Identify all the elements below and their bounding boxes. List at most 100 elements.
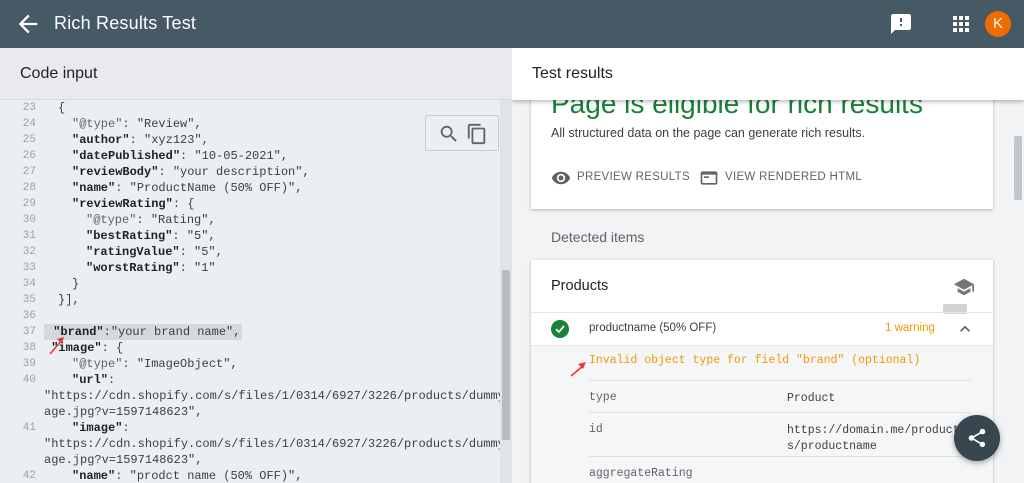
code-token: "prodct name (50% OFF)", xyxy=(129,469,303,483)
code-token: : xyxy=(136,213,151,227)
code-line: 38 "image": { xyxy=(0,340,500,356)
check-circle-icon xyxy=(551,320,569,338)
line-text: } xyxy=(72,276,79,292)
code-token: "bestRating" xyxy=(86,229,173,243)
search-icon[interactable] xyxy=(438,123,460,145)
share-button[interactable] xyxy=(954,415,1000,461)
code-token: { xyxy=(58,101,66,115)
line-text: "worstRating": "1" xyxy=(86,260,216,276)
code-token: : { xyxy=(101,341,124,355)
code-line: 35}], xyxy=(0,292,500,308)
feedback-icon[interactable] xyxy=(889,12,913,36)
code-token: "author" xyxy=(72,133,130,147)
code-editor[interactable]: 23 { 24 "@type": "Review", 25 "author": "xyz1… xyxy=(0,100,500,483)
code-token: "name" xyxy=(72,469,116,483)
code-token: "image" xyxy=(72,421,123,435)
line-number: 34 xyxy=(22,278,36,290)
code-token: "worstRating" xyxy=(86,261,180,275)
field-row: aggregateRating xyxy=(589,456,971,483)
code-line: 37 "brand":"your brand name", xyxy=(0,324,500,340)
code-scrollbar-thumb[interactable] xyxy=(502,270,510,440)
code-token: "@type" xyxy=(72,357,123,371)
code-token: : xyxy=(179,261,195,275)
line-number: 26 xyxy=(22,150,36,162)
app-title: Rich Results Test xyxy=(54,13,197,33)
field-value: https://domain.me/products/productname xyxy=(787,424,960,453)
line-number: 31 xyxy=(22,230,36,242)
line-number: 24 xyxy=(22,118,36,130)
field-key: aggregateRating xyxy=(589,467,693,480)
share-icon xyxy=(968,428,986,448)
line-number: 35 xyxy=(22,294,36,306)
line-text: "@type": "Rating", xyxy=(86,212,216,228)
code-token: : xyxy=(103,325,111,339)
line-number: 28 xyxy=(22,182,36,194)
code-token: "Review", xyxy=(136,117,202,131)
copy-icon[interactable] xyxy=(466,123,488,145)
avatar[interactable]: K xyxy=(985,11,1011,37)
code-token: "5", xyxy=(194,245,223,259)
code-line: 32 "ratingValue": "5", xyxy=(0,244,500,260)
line-text: age.jpg?v=1597148623", xyxy=(44,404,202,420)
products-card: Products productname (50% OFF) 1 warning… xyxy=(531,260,993,483)
line-text: "brand":"your brand name", xyxy=(44,324,243,340)
results-scrollbar[interactable] xyxy=(1012,100,1024,483)
browser-window-icon xyxy=(700,171,718,185)
code-token: "1" xyxy=(194,261,216,275)
line-text: "@type": "Review", xyxy=(72,116,202,132)
detected-items-label: Detected items xyxy=(551,229,645,245)
line-text: "url": xyxy=(72,372,115,388)
line-text: "https://cdn.shopify.com/s/files/1/0314/… xyxy=(44,436,500,452)
code-token: "datePublished" xyxy=(72,149,181,163)
code-input-header: Code input xyxy=(0,48,512,100)
code-token: "10-05-2021", xyxy=(194,149,289,163)
code-token: } xyxy=(72,277,80,291)
line-text: "author": "xyz123", xyxy=(72,132,209,148)
product-item-row[interactable]: productname (50% OFF) 1 warning xyxy=(531,312,993,346)
code-token: "url" xyxy=(72,373,109,387)
line-text: }], xyxy=(58,292,80,308)
code-line: 30 "@type": "Rating", xyxy=(0,212,500,228)
line-number: 40 xyxy=(22,374,36,386)
code-line: 39 "@type": "ImageObject", xyxy=(0,356,500,372)
code-line: age.jpg?v=1597148623", xyxy=(0,404,500,420)
code-line: 23 { xyxy=(0,100,500,116)
line-text: "reviewRating": { xyxy=(72,196,194,212)
code-token: : xyxy=(115,181,130,195)
invalid-field-warning: Invalid object type for field "brand" (o… xyxy=(589,354,921,367)
products-title: Products xyxy=(551,278,609,294)
line-text: "https://cdn.shopify.com/s/files/1/0314/… xyxy=(44,388,500,404)
field-row: id https://domain.me/products/productname xyxy=(589,412,971,456)
results-scrollbar-thumb[interactable] xyxy=(1014,136,1022,200)
line-text: age.jpg?v=1597148623", xyxy=(44,452,202,468)
code-line: 34} xyxy=(0,276,500,292)
code-token: : xyxy=(129,133,145,147)
school-icon[interactable] xyxy=(953,276,975,298)
field-key: id xyxy=(589,423,603,436)
red-arrow-icon xyxy=(49,337,64,355)
chevron-up-icon[interactable] xyxy=(955,319,975,339)
line-text: "reviewBody": "your description", xyxy=(72,164,310,180)
test-results-header: Test results xyxy=(512,48,1024,100)
warning-count: 1 warning xyxy=(885,322,935,334)
code-token: : xyxy=(180,149,195,163)
line-text: { xyxy=(58,100,65,116)
code-scrollbar[interactable] xyxy=(500,100,512,483)
code-token: : xyxy=(158,165,173,179)
line-text: "datePublished": "10-05-2021", xyxy=(72,148,288,164)
code-line: 40 "url": xyxy=(0,372,500,388)
code-token: "@type" xyxy=(86,213,137,227)
apps-grid-icon[interactable] xyxy=(949,12,973,36)
code-token: "ratingValue" xyxy=(86,245,180,259)
line-number: 29 xyxy=(22,198,36,210)
arrow-back-icon[interactable] xyxy=(14,10,42,38)
line-number: 25 xyxy=(22,134,36,146)
line-number: 27 xyxy=(22,166,36,178)
code-input-panel: Code input 23 { 24 "@type": "Review", 25 "aut… xyxy=(0,48,512,483)
code-token: "your brand name", xyxy=(110,325,241,339)
line-text: "bestRating": "5", xyxy=(86,228,216,244)
line-number: 38 xyxy=(22,342,36,354)
code-input-title: Code input xyxy=(20,65,98,82)
test-results-title: Test results xyxy=(532,65,613,82)
code-tools xyxy=(425,115,499,151)
